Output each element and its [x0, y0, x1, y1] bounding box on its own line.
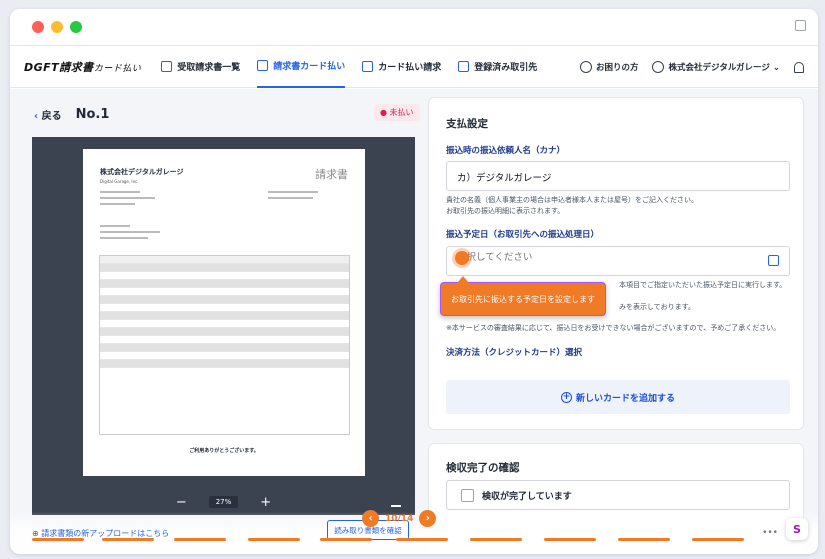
nav-card-billing[interactable]: カード払い請求: [362, 46, 441, 88]
back-button[interactable]: ‹ 戻る: [34, 107, 62, 122]
payment-method-label: 決済方法（クレジットカード）選択: [446, 348, 583, 358]
document-icon: [161, 61, 173, 72]
tour-step-counter: 10/14: [385, 513, 414, 524]
tour-hotspot[interactable]: [455, 251, 469, 265]
title-bar: [10, 9, 818, 46]
tour-pager: ‹ 10/14 ›: [362, 510, 437, 527]
date-help-3: ※本サービスの審査結果に応じて、振込日をお受けできない場合がございますので、予め…: [446, 324, 781, 332]
help-menu[interactable]: お困りの方: [579, 61, 638, 74]
payer-help-2: お取引先の振込明細に表示されます。: [446, 207, 565, 215]
progress-dash: [320, 538, 372, 541]
payment-settings-heading: 支払設定: [446, 118, 488, 130]
invoice-number: No.1: [75, 107, 110, 122]
progress-dash: [32, 538, 84, 541]
tour-prev-button[interactable]: ‹: [362, 510, 379, 527]
brand-logo-icon[interactable]: S: [786, 518, 808, 540]
progress-dash: [470, 538, 522, 541]
nav-registered-partners[interactable]: 登録済み取引先: [458, 46, 537, 88]
calendar-icon[interactable]: [768, 255, 779, 266]
inspection-checkbox-row[interactable]: 検収が完了しています: [446, 480, 790, 510]
date-help-1: 本項目でご指定いただいた振込予定日に実行します。: [619, 281, 787, 289]
download-icon[interactable]: [391, 497, 401, 507]
fullscreen-icon[interactable]: [795, 20, 806, 31]
transfer-date-input[interactable]: [457, 252, 757, 263]
credit-card-icon: [257, 60, 269, 71]
app-window: DGFT請求書カード払い 受取請求書一覧 請求書カード払い カード払い請求 登録…: [10, 9, 818, 554]
invoice-company-en: Digital Garage, Inc.: [100, 179, 139, 184]
invoice-line-table: [99, 255, 350, 435]
progress-dash: [692, 538, 744, 541]
transfer-date-field[interactable]: [446, 246, 790, 276]
user-icon: [652, 61, 665, 74]
tour-bottom-bar: ⊕ 請求書類の新アップロードはこちら 読み取り書類を確認 ‹ 10/14 › •…: [10, 510, 818, 554]
top-nav: DGFT請求書カード払い 受取請求書一覧 請求書カード払い カード払い請求 登録…: [10, 46, 818, 88]
payment-settings-card: 支払設定 振込時の振込依頼人名（カナ） カ）デジタルガレージ 貴社の名義（個人事…: [428, 97, 804, 430]
zoom-level: 27%: [208, 496, 239, 508]
close-window-button[interactable]: [32, 21, 44, 33]
building-icon: [458, 61, 470, 72]
invoice-footer: ご利用ありがとうございます。: [189, 448, 259, 454]
date-help-2: みを表示しております。: [619, 303, 695, 311]
progress-dash: [174, 538, 226, 541]
progress-dash: [618, 538, 670, 541]
invoice-company: 株式会社デジタルガレージ: [100, 168, 184, 176]
document-viewer[interactable]: 株式会社デジタルガレージ Digital Garage, Inc. 請求書 ご利…: [32, 137, 415, 515]
main-content: ‹ 戻る No.1 ● 未払い 株式会社デジタルガレージ Digital Gar…: [10, 89, 818, 554]
transfer-date-label: 振込予定日（お取引先への振込処理日）: [446, 230, 600, 240]
tour-tooltip: お取引先に振込する予定日を設定します: [440, 276, 606, 316]
progress-dash: [544, 538, 596, 541]
payer-name-input[interactable]: カ）デジタルガレージ: [446, 161, 790, 191]
status-badge: ● 未払い: [374, 104, 420, 121]
plus-circle-icon: +: [560, 391, 572, 403]
invoice-page: 株式会社デジタルガレージ Digital Garage, Inc. 請求書 ご利…: [83, 149, 365, 476]
mail-icon: [362, 61, 374, 72]
account-menu[interactable]: 株式会社デジタルガレージ ⌄: [652, 61, 780, 74]
add-card-button[interactable]: + 新しいカードを追加する: [446, 380, 790, 414]
invoice-preview-panel: ‹ 戻る No.1 ● 未払い 株式会社デジタルガレージ Digital Gar…: [10, 89, 430, 554]
chevron-left-icon: ‹: [34, 111, 39, 122]
app-logo[interactable]: DGFT請求書カード払い: [24, 59, 141, 75]
zoom-in-button[interactable]: +: [260, 495, 271, 510]
invoice-title: 請求書: [315, 168, 348, 181]
nav-invoice-card-payment[interactable]: 請求書カード払い: [257, 46, 346, 88]
maximize-window-button[interactable]: [70, 21, 82, 33]
more-icon[interactable]: •••: [762, 528, 778, 538]
payment-panel: 支払設定 振込時の振込依頼人名（カナ） カ）デジタルガレージ 貴社の名義（個人事…: [428, 97, 804, 554]
progress-dash: [102, 538, 154, 541]
inspection-checkbox[interactable]: [461, 488, 474, 502]
progress-dash: [248, 538, 300, 541]
bell-icon[interactable]: [794, 61, 804, 73]
payer-help-1: 貴社の名義（個人事業主の場合は申込者様本人または屋号）をご記入ください。: [446, 196, 698, 204]
payer-name-label: 振込時の振込依頼人名（カナ）: [446, 146, 566, 156]
minimize-window-button[interactable]: [51, 21, 63, 33]
nav-received-invoices[interactable]: 受取請求書一覧: [161, 46, 240, 88]
zoom-out-button[interactable]: −: [176, 495, 187, 510]
chevron-down-icon: ⌄: [772, 62, 780, 73]
inspection-heading: 検収完了の確認: [446, 462, 520, 474]
tour-next-button[interactable]: ›: [419, 510, 437, 527]
progress-dash: [396, 538, 448, 541]
question-icon: [579, 61, 592, 74]
